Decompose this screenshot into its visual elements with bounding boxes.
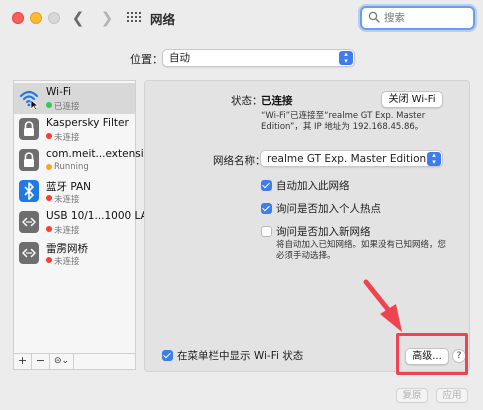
- service-status: 已连接: [54, 102, 80, 112]
- ask-hotspot-label: 询问是否加入个人热点: [276, 203, 381, 215]
- close-window-button[interactable]: [12, 12, 24, 24]
- service-list-toolbar: + − ⊝⌄: [13, 354, 136, 370]
- auto-join-checkbox[interactable]: [261, 180, 272, 191]
- search-icon: [368, 11, 380, 23]
- ask-hotspot-checkbox[interactable]: [261, 203, 272, 214]
- service-status: Running: [54, 162, 89, 172]
- status-dot: [46, 257, 52, 263]
- detail-pane: 状态： 已连接 关闭 Wi-Fi “Wi-Fi”已连接至“realme GT E…: [144, 80, 470, 372]
- lock-icon: [19, 118, 39, 140]
- show-in-menubar-label: 在菜单栏中显示 Wi-Fi 状态: [177, 350, 304, 362]
- auto-join-label: 自动加入此网络: [276, 180, 350, 192]
- service-name: 雷雳网桥: [46, 243, 88, 255]
- annotation-highlight: [396, 333, 468, 375]
- status-value: 已连接: [261, 95, 293, 107]
- status-description: “Wi-Fi”已连接至“realme GT Exp. Master Editio…: [261, 111, 426, 132]
- title-bar: ❮ ❯ 网络: [0, 0, 483, 36]
- network-name-value: realme GT Exp. Master Edition: [267, 153, 427, 165]
- remove-service-button[interactable]: −: [32, 354, 50, 369]
- service-item-wifi[interactable]: Wi-Fi 已连接: [14, 83, 135, 114]
- status-dot: [46, 195, 52, 201]
- status-dot: [46, 164, 52, 170]
- minimize-window-button[interactable]: [30, 12, 42, 24]
- apply-button[interactable]: 应用: [436, 388, 468, 403]
- ask-new-network-description: 将自动加入已知网络。如果没有已知网络，您必须手动选择。: [276, 240, 447, 261]
- ethernet-icon: [19, 242, 39, 264]
- network-name-label: 网络名称：: [213, 155, 266, 167]
- search-field[interactable]: [360, 6, 475, 30]
- service-item-bluetooth-pan[interactable]: 蓝牙 PAN 未连接: [14, 176, 135, 207]
- service-status: 未连接: [54, 133, 80, 143]
- network-name-select[interactable]: realme GT Exp. Master Edition ▴ ▾: [260, 150, 443, 167]
- service-item-com-meit-extension[interactable]: com.meit...extension Running: [14, 145, 157, 176]
- window-title: 网络: [150, 12, 176, 27]
- ethernet-icon: [19, 211, 39, 233]
- status-dot: [46, 133, 52, 139]
- service-name: Wi-Fi: [46, 86, 72, 98]
- lock-icon: [19, 149, 39, 171]
- service-name: com.meit...extension: [46, 148, 157, 160]
- status-dot: [46, 102, 52, 108]
- ask-new-network-label: 询问是否加入新网络: [276, 226, 371, 238]
- status-label: 状态：: [231, 95, 263, 107]
- show-all-grid-icon[interactable]: [127, 12, 141, 24]
- service-name: Kaspersky Filter: [46, 117, 129, 129]
- service-item-kaspersky-filter[interactable]: Kaspersky Filter 未连接: [14, 114, 135, 145]
- service-name: 蓝牙 PAN: [46, 181, 92, 193]
- updown-chevron-icon: ▴ ▾: [339, 51, 353, 65]
- turn-off-wifi-button[interactable]: 关闭 Wi-Fi: [381, 91, 443, 108]
- service-status: 未连接: [54, 257, 80, 267]
- annotation-arrow-icon: [363, 279, 402, 332]
- location-label: 位置：: [130, 53, 163, 66]
- location-select[interactable]: 自动 ▴ ▾: [162, 49, 355, 67]
- forward-chevron-icon[interactable]: ❯: [95, 7, 119, 29]
- back-chevron-icon[interactable]: ❮: [66, 7, 90, 29]
- updown-chevron-icon: ▴ ▾: [427, 152, 441, 166]
- add-service-button[interactable]: +: [14, 354, 32, 369]
- search-input[interactable]: [384, 10, 470, 26]
- ask-new-network-checkbox[interactable]: [261, 226, 272, 237]
- bluetooth-icon: [19, 180, 39, 202]
- zoom-window-button[interactable]: [48, 12, 60, 24]
- action-menu-button[interactable]: ⊝⌄: [50, 354, 74, 369]
- service-name: USB 10/1...1000 LAN: [46, 210, 156, 222]
- show-in-menubar-checkbox[interactable]: [162, 350, 173, 361]
- wifi-icon: [19, 90, 39, 109]
- status-dot: [46, 226, 52, 232]
- service-item-usb-lan[interactable]: USB 10/1...1000 LAN 未连接: [14, 207, 156, 238]
- revert-button[interactable]: 复原: [396, 388, 428, 403]
- service-status: 未连接: [54, 226, 80, 236]
- service-list: Wi-Fi 已连接 Kaspersky Filter 未连接 com.meit.…: [13, 80, 157, 354]
- service-item-thunderbolt-bridge[interactable]: 雷雳网桥 未连接: [14, 238, 135, 269]
- service-status: 未连接: [54, 195, 80, 205]
- location-value: 自动: [169, 52, 190, 64]
